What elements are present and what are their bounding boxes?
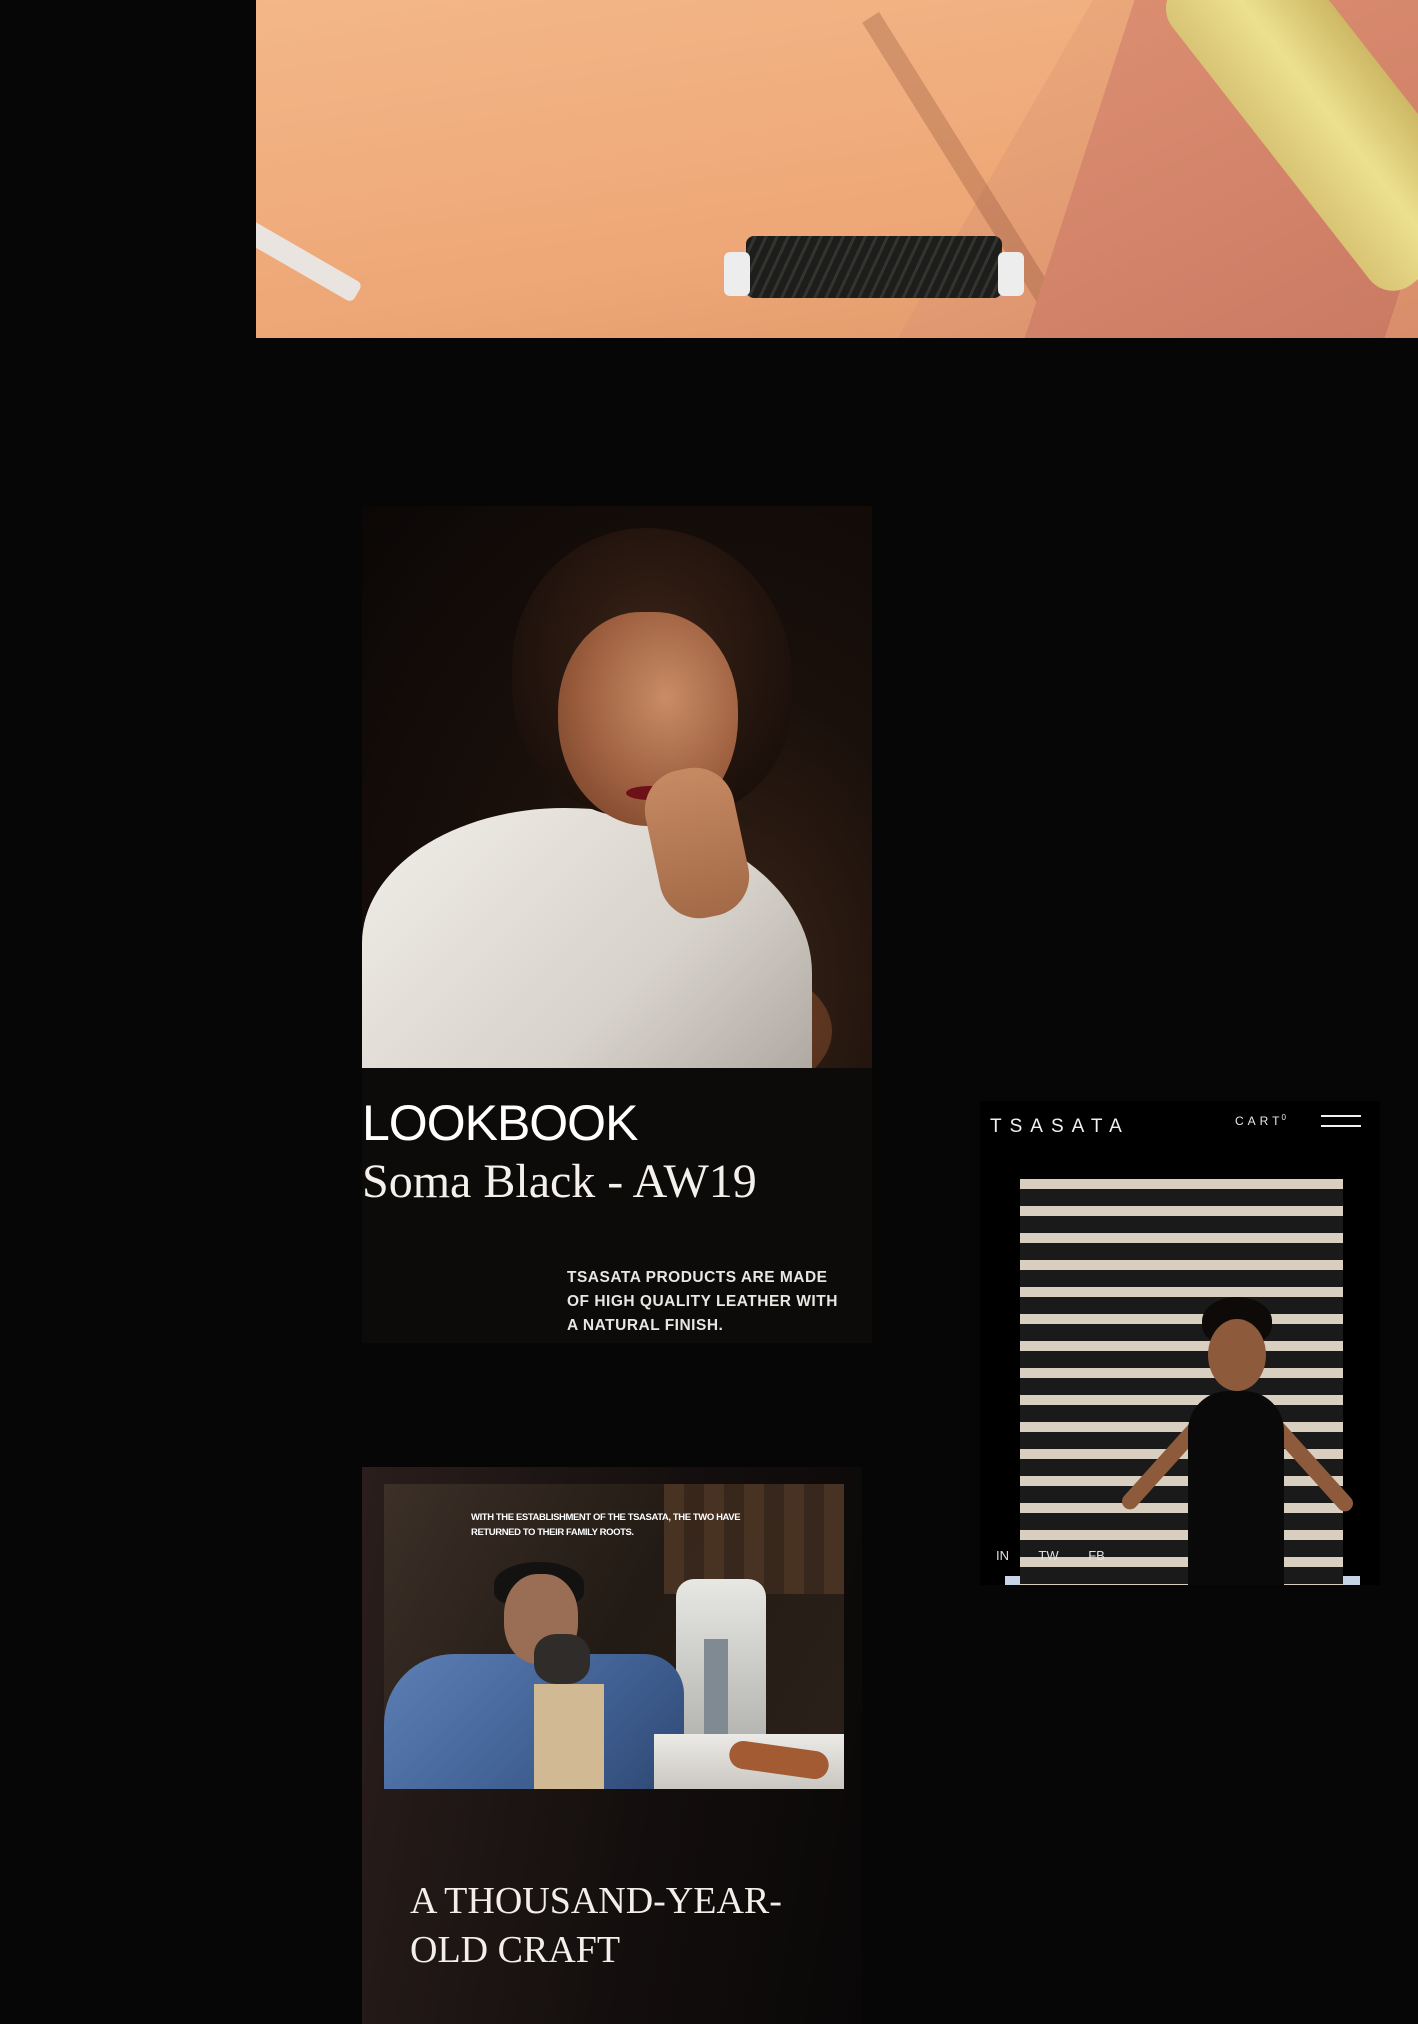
thread-spool <box>724 212 1024 298</box>
twitter-link[interactable]: TW <box>1038 1548 1058 1563</box>
spool-cap <box>724 252 750 296</box>
model-dress <box>1188 1391 1284 1585</box>
worker-apron <box>534 1684 604 1789</box>
thread <box>746 236 1002 298</box>
craftsman-photo: WITH THE ESTABLISHMENT OF THE TSASATA, T… <box>384 1484 844 1789</box>
craft-card[interactable]: WITH THE ESTABLISHMENT OF THE TSASATA, T… <box>362 1467 862 2024</box>
lookbook-heading: LOOKBOOK <box>362 1095 638 1151</box>
lookbook-blurb: TSASATA PRODUCTS ARE MADE OF HIGH QUALIT… <box>567 1269 838 1334</box>
instagram-link[interactable]: IN <box>996 1548 1009 1563</box>
lookbook-photo <box>362 506 872 1068</box>
cart-count: 0 <box>1281 1113 1286 1122</box>
mobile-preview: TSASATA CART0 IN TW FB <box>980 1101 1380 1585</box>
hero-leather-photo <box>256 0 1418 338</box>
lookbook-card[interactable]: LOOKBOOK Soma Black - AW19 TSASATA PRODU… <box>362 506 872 1343</box>
scroll-indicator <box>1343 1576 1360 1585</box>
model-head <box>1208 1319 1266 1391</box>
brand-logo[interactable]: TSASATA <box>990 1116 1130 1138</box>
striped-wall <box>1020 1179 1357 1585</box>
model-sweater <box>362 808 812 1068</box>
craft-caption: WITH THE ESTABLISHMENT OF THE TSASATA, T… <box>471 1512 741 1538</box>
cart-link[interactable]: CART0 <box>1235 1113 1286 1128</box>
worker-beard <box>534 1634 590 1684</box>
cart-label: CART <box>1235 1114 1284 1128</box>
hamburger-menu-icon[interactable] <box>1321 1114 1361 1128</box>
lookbook-subheading: Soma Black - AW19 <box>362 1155 757 1208</box>
social-links: IN TW FB <box>996 1548 1131 1563</box>
facebook-link[interactable]: FB <box>1088 1548 1105 1563</box>
scroll-indicator <box>1005 1576 1020 1585</box>
craft-title: A THOUSAND-YEAR-OLD CRAFT <box>410 1880 782 1971</box>
spool-cap <box>998 252 1024 296</box>
